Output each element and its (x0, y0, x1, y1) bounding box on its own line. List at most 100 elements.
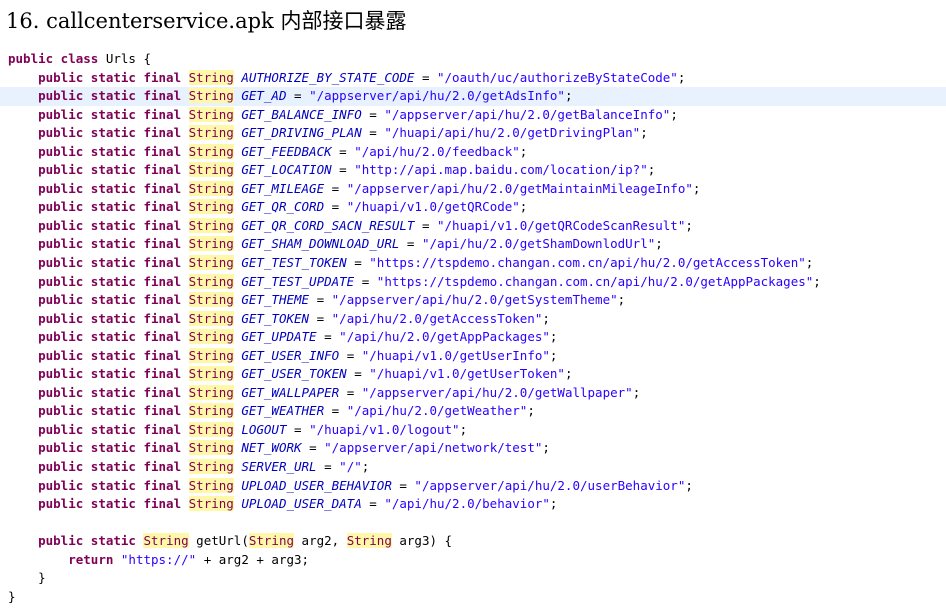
field-line: public static final String LOGOUT = "/hu… (38, 421, 468, 437)
field-modifiers: public static final (38, 273, 182, 289)
field-modifiers: public static final (38, 329, 182, 345)
field-value: "/api/hu/2.0/behavior" (384, 496, 550, 512)
field-modifiers: public static final (38, 477, 182, 493)
field-name: GET_DRIVING_PLAN (241, 125, 362, 141)
field-name: GET_SHAM_DOWNLOAD_URL (241, 236, 400, 252)
field-value: "/api/hu/2.0/feedback" (354, 143, 520, 159)
field-value: "/appserver/api/hu/2.0/getMaintainMileag… (346, 180, 693, 196)
field-name: NET_WORK (241, 440, 302, 456)
field-type: String (188, 329, 234, 345)
field-line: public static final String GET_THEME = "… (38, 292, 626, 308)
field-value: "/appserver/api/network/test" (324, 440, 543, 456)
field-name: GET_TOKEN (241, 310, 310, 326)
field-value: "/huapi/v1.0/getUserToken" (369, 366, 565, 382)
field-name: GET_WALLPAPER (241, 384, 340, 400)
field-line: public static final String SERVER_URL = … (38, 459, 370, 475)
field-value: "https://tspdemo.changan.com.cn/api/hu/2… (369, 255, 806, 271)
param1-name: arg2, (294, 533, 347, 549)
field-name: GET_WEATHER (241, 403, 325, 419)
field-type: String (188, 199, 234, 215)
field-type: String (188, 310, 234, 326)
page-title: 16. callcenterservice.apk 内部接口暴露 (6, 9, 407, 33)
field-line: public static final String GET_LOCATION … (38, 162, 656, 178)
field-name: GET_USER_INFO (241, 347, 340, 363)
field-modifiers: public static final (38, 310, 182, 326)
field-type: String (188, 217, 234, 233)
field-modifiers: public static final (38, 106, 182, 122)
field-line: public static final String GET_USER_TOKE… (38, 366, 573, 382)
field-value: "/huapi/v1.0/getQRCodeScanResult" (437, 217, 686, 233)
field-line: public static final String GET_USER_INFO… (38, 347, 558, 363)
code-editor[interactable]: public class Urls { public static final … (0, 50, 946, 606)
field-type: String (188, 125, 234, 141)
method-name: getUrl( (196, 533, 249, 549)
field-modifiers: public static final (38, 459, 182, 475)
class-open-brace: { (143, 51, 152, 66)
field-type: String (188, 180, 234, 196)
field-line: public static final String GET_WALLPAPER… (38, 384, 641, 400)
field-modifiers: public static final (38, 217, 182, 233)
return-literal: "https://" (120, 551, 197, 567)
field-value: "/huapi/v1.0/getUserInfo" (361, 347, 550, 363)
field-modifiers: public static final (38, 292, 182, 308)
field-type: String (188, 496, 234, 512)
field-modifiers: public static final (38, 69, 182, 85)
field-line: public static final String GET_TOKEN = "… (38, 310, 550, 326)
field-type: String (188, 347, 234, 363)
field-modifiers: public static final (38, 440, 182, 456)
field-type: String (188, 143, 234, 159)
field-line: public static final String AUTHORIZE_BY_… (38, 69, 686, 85)
field-modifiers: public static final (38, 88, 182, 104)
method-modifiers: public static (38, 533, 136, 549)
field-value: "https://tspdemo.changan.com.cn/api/hu/2… (376, 273, 814, 289)
field-type: String (188, 440, 234, 456)
field-modifiers: public static final (38, 180, 182, 196)
field-line: public static final String GET_QR_CORD =… (38, 199, 528, 215)
field-modifiers: public static final (38, 236, 182, 252)
field-type: String (188, 255, 234, 271)
class-name: Urls (105, 51, 136, 66)
field-name: GET_TEST_UPDATE (241, 273, 355, 289)
field-name: GET_BALANCE_INFO (241, 106, 362, 122)
field-name: GET_QR_CORD (241, 199, 325, 215)
field-modifiers: public static final (38, 347, 182, 363)
field-value: "/api/hu/2.0/getWeather" (346, 403, 528, 419)
field-name: GET_MILEAGE (241, 180, 325, 196)
field-modifiers: public static final (38, 496, 182, 512)
field-line: public static final String GET_AD = "/ap… (0, 87, 946, 106)
field-line: public static final String NET_WORK = "/… (38, 440, 550, 456)
field-name: LOGOUT (241, 421, 287, 437)
field-type: String (188, 459, 234, 475)
method-close-brace: } (38, 570, 46, 586)
field-modifiers: public static final (38, 162, 182, 178)
field-name: GET_QR_CORD_SACN_RESULT (241, 217, 415, 233)
field-value: "/huapi/v1.0/getQRCode" (346, 199, 520, 215)
field-type: String (188, 366, 234, 382)
field-line: public static final String GET_TEST_UPDA… (38, 273, 821, 289)
field-line: public static final String GET_TEST_TOKE… (38, 255, 814, 271)
field-type: String (188, 384, 234, 400)
field-type: String (188, 477, 234, 493)
field-type: String (188, 88, 234, 104)
field-line: public static final String GET_QR_CORD_S… (38, 217, 693, 233)
method-declaration: public static String getUrl(String arg2,… (0, 532, 946, 551)
field-type: String (188, 236, 234, 252)
field-name: GET_TEST_TOKEN (241, 255, 347, 271)
field-line: public static final String GET_MILEAGE =… (38, 180, 701, 196)
field-line: public static final String UPLOAD_USER_B… (38, 477, 693, 493)
field-line: public static final String GET_SHAM_DOWN… (38, 236, 663, 252)
field-line: public static final String GET_WEATHER =… (38, 403, 535, 419)
field-name: AUTHORIZE_BY_STATE_CODE (241, 69, 415, 85)
param2-type: String (346, 533, 392, 549)
field-type: String (188, 403, 234, 419)
field-value: "/appserver/api/hu/2.0/userBehavior" (414, 477, 686, 493)
field-line: public static final String UPLOAD_USER_D… (38, 496, 558, 512)
class-close: } (0, 588, 946, 607)
return-rest: + arg2 + arg3; (196, 551, 310, 567)
field-modifiers: public static final (38, 199, 182, 215)
field-name: UPLOAD_USER_BEHAVIOR (241, 477, 392, 493)
field-modifiers: public static final (38, 366, 182, 382)
field-type: String (188, 273, 234, 289)
field-type: String (188, 292, 234, 308)
